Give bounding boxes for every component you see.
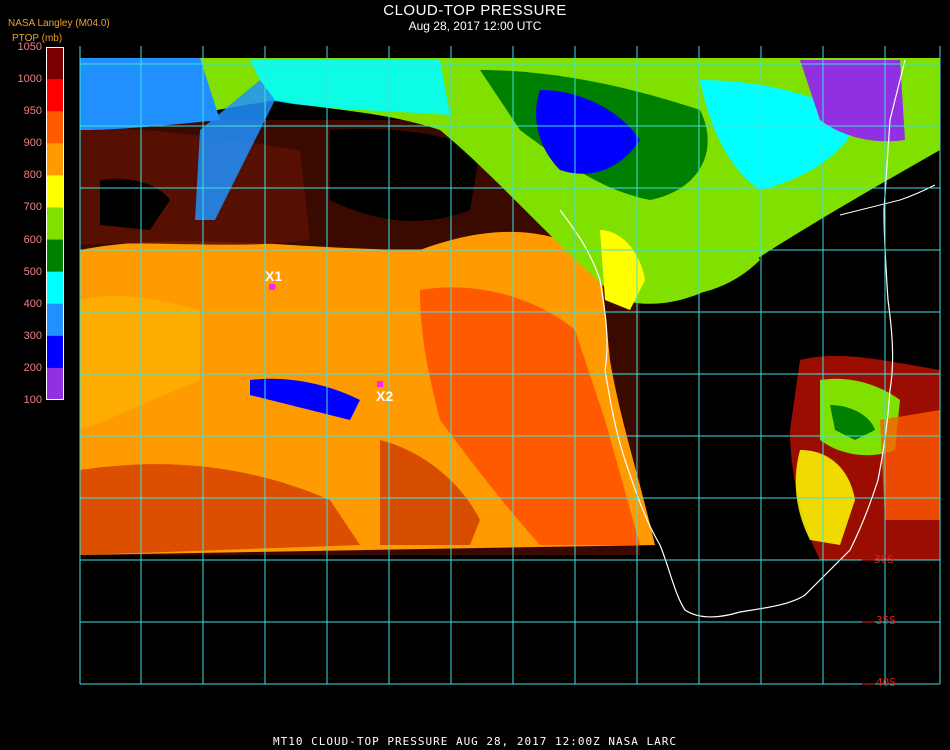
lat-label-30s: 30S <box>874 553 894 566</box>
color-scale-step <box>46 175 64 208</box>
color-scale-label: 600 <box>23 233 42 246</box>
lat-label-40s: 40S <box>876 676 896 689</box>
color-scale-bar <box>46 47 64 400</box>
map-timestamp: Aug 28, 2017 12:00 UTC <box>408 19 542 33</box>
color-scale-step <box>46 367 64 400</box>
color-scale-label: 1050 <box>17 41 42 53</box>
brand-label: NASA Langley (M04.0) <box>8 18 110 29</box>
color-scale-step <box>46 207 64 241</box>
marker-x1-label: X1 <box>265 268 283 284</box>
color-scale-step <box>46 111 64 144</box>
color-scale-step <box>46 143 64 176</box>
color-scale-step <box>46 47 64 80</box>
satellite-map <box>79 46 941 685</box>
map-title: CLOUD-TOP PRESSURE <box>383 2 567 19</box>
color-scale-step <box>46 239 64 273</box>
footer-caption: MT10 CLOUD-TOP PRESSURE AUG 28, 2017 12:… <box>273 735 677 748</box>
color-scale-step <box>46 335 64 369</box>
color-scale-label: 300 <box>23 329 42 342</box>
lat-label-35s: 35S <box>876 614 896 627</box>
color-scale-label: 100 <box>23 394 42 406</box>
color-scale-step <box>46 303 64 337</box>
marker-x2-label: X2 <box>376 388 394 404</box>
marker-x2-dot <box>377 381 383 387</box>
color-scale-label: 950 <box>23 105 42 118</box>
color-scale-label: 800 <box>23 169 42 182</box>
color-scale-step <box>46 271 64 305</box>
color-scale-label: 200 <box>23 361 42 374</box>
color-scale-step <box>46 79 64 112</box>
color-scale-label: 900 <box>23 137 42 150</box>
color-scale-label: 400 <box>23 297 42 310</box>
marker-x1-dot <box>269 284 275 290</box>
color-scale-label: 700 <box>23 201 42 214</box>
color-scale-label: 1000 <box>17 73 42 86</box>
color-scale-label: 500 <box>23 265 42 278</box>
